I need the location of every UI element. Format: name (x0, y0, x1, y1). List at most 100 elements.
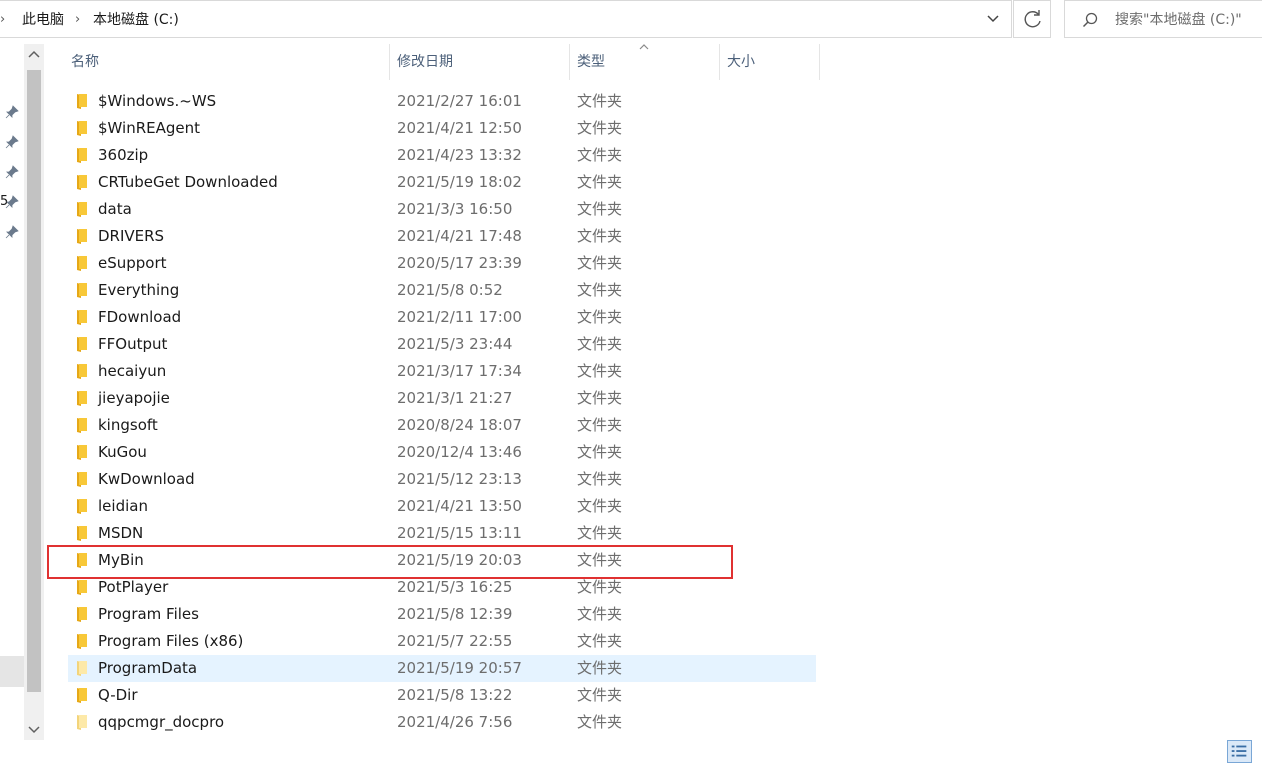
file-name[interactable]: Program Files (x86) (98, 628, 243, 655)
file-row[interactable]: KwDownload 2021/5/12 23:13 文件夹 (68, 466, 816, 493)
file-row[interactable]: PotPlayer 2021/5/3 16:25 文件夹 (68, 574, 816, 601)
file-row[interactable]: $Windows.~WS 2021/2/27 16:01 文件夹 (68, 88, 816, 115)
file-modified-date: 2021/2/11 17:00 (397, 308, 522, 326)
file-type: 文件夹 (577, 119, 623, 137)
folder-icon (77, 310, 87, 325)
file-name[interactable]: eSupport (98, 250, 167, 277)
file-name[interactable]: FDownload (98, 304, 181, 331)
pin-icon[interactable] (5, 165, 19, 179)
file-name[interactable]: kingsoft (98, 412, 158, 439)
folder-icon (77, 580, 87, 595)
folder-icon (77, 688, 87, 703)
file-modified-date: 2021/4/26 7:56 (397, 713, 513, 731)
breadcrumb-local-disk[interactable]: 本地磁盘 (C:) (93, 11, 179, 29)
file-name[interactable]: KuGou (98, 439, 147, 466)
breadcrumb-this-pc[interactable]: 此电脑 (22, 11, 64, 29)
file-name[interactable]: qqpcmgr_docpro (98, 709, 224, 736)
column-header-date[interactable]: 修改日期 (397, 44, 453, 80)
pin-icon[interactable] (5, 105, 19, 119)
file-name[interactable]: data (98, 196, 132, 223)
column-divider[interactable] (389, 44, 390, 80)
file-modified-date: 2021/5/19 20:03 (397, 551, 522, 569)
column-divider[interactable] (569, 44, 570, 80)
file-row[interactable]: FFOutput 2021/5/3 23:44 文件夹 (68, 331, 816, 358)
file-row[interactable]: DRIVERS 2021/4/21 17:48 文件夹 (68, 223, 816, 250)
file-type: 文件夹 (577, 335, 623, 353)
file-row[interactable]: CRTubeGet Downloaded 2021/5/19 18:02 文件夹 (68, 169, 816, 196)
file-modified-date: 2020/8/24 18:07 (397, 416, 522, 434)
search-input[interactable]: 搜索"本地磁盘 (C:)" (1064, 0, 1262, 38)
file-type: 文件夹 (577, 551, 623, 569)
file-type: 文件夹 (577, 713, 623, 731)
pin-icon[interactable] (5, 135, 19, 149)
file-row[interactable]: leidian 2021/4/21 13:50 文件夹 (68, 493, 816, 520)
file-name[interactable]: 360zip (98, 142, 148, 169)
file-name[interactable]: $WinREAgent (98, 115, 200, 142)
file-row[interactable]: Everything 2021/5/8 0:52 文件夹 (68, 277, 816, 304)
file-row[interactable]: 360zip 2021/4/23 13:32 文件夹 (68, 142, 816, 169)
file-name[interactable]: KwDownload (98, 466, 195, 493)
details-view-button[interactable] (1227, 740, 1252, 763)
refresh-button[interactable] (1013, 0, 1051, 38)
file-row[interactable]: ProgramData 2021/5/19 20:57 文件夹 (68, 655, 816, 682)
file-row[interactable]: hecaiyun 2021/3/17 17:34 文件夹 (68, 358, 816, 385)
file-type: 文件夹 (577, 362, 623, 380)
file-row[interactable]: MSDN 2021/5/15 13:11 文件夹 (68, 520, 816, 547)
file-name[interactable]: leidian (98, 493, 148, 520)
folder-icon (77, 175, 87, 190)
folder-icon (77, 229, 87, 244)
navigation-pane[interactable]: 5 (0, 40, 24, 763)
folder-icon (77, 94, 87, 109)
file-type: 文件夹 (577, 227, 623, 245)
column-divider[interactable] (819, 44, 820, 80)
file-row[interactable]: qqpcmgr_docpro 2021/4/26 7:56 文件夹 (68, 709, 816, 736)
file-modified-date: 2021/5/3 16:25 (397, 578, 513, 596)
file-name[interactable]: Program Files (98, 601, 199, 628)
file-row[interactable]: jieyapojie 2021/3/1 21:27 文件夹 (68, 385, 816, 412)
address-bar[interactable]: › 此电脑 › 本地磁盘 (C:) (0, 0, 1012, 38)
nav-selected-item[interactable] (0, 656, 24, 687)
file-name[interactable]: MSDN (98, 520, 143, 547)
file-row[interactable]: Q-Dir 2021/5/8 13:22 文件夹 (68, 682, 816, 709)
file-row[interactable]: KuGou 2020/12/4 13:46 文件夹 (68, 439, 816, 466)
file-name[interactable]: PotPlayer (98, 574, 168, 601)
pin-icon[interactable] (5, 195, 19, 209)
file-name[interactable]: FFOutput (98, 331, 167, 358)
file-name[interactable]: Everything (98, 277, 179, 304)
file-name[interactable]: Q-Dir (98, 682, 138, 709)
column-header-size[interactable]: 大小 (727, 44, 755, 80)
folder-icon (77, 634, 87, 649)
scroll-down-icon[interactable] (24, 718, 44, 740)
file-row[interactable]: eSupport 2020/5/17 23:39 文件夹 (68, 250, 816, 277)
file-type: 文件夹 (577, 146, 623, 164)
scroll-up-icon[interactable] (24, 44, 44, 66)
file-name[interactable]: jieyapojie (98, 385, 170, 412)
file-name[interactable]: CRTubeGet Downloaded (98, 169, 278, 196)
file-row[interactable]: data 2021/3/3 16:50 文件夹 (68, 196, 816, 223)
folder-icon (77, 256, 87, 271)
refresh-icon (1024, 10, 1041, 28)
file-row[interactable]: $WinREAgent 2021/4/21 12:50 文件夹 (68, 115, 816, 142)
pin-icon[interactable] (5, 225, 19, 239)
file-row[interactable]: Program Files (x86) 2021/5/7 22:55 文件夹 (68, 628, 816, 655)
file-name[interactable]: DRIVERS (98, 223, 164, 250)
file-name[interactable]: MyBin (98, 547, 144, 574)
file-row[interactable]: kingsoft 2020/8/24 18:07 文件夹 (68, 412, 816, 439)
column-header-name[interactable]: 名称 (71, 44, 99, 80)
file-modified-date: 2021/5/15 13:11 (397, 524, 522, 542)
chevron-down-icon[interactable] (985, 10, 1001, 28)
vertical-scrollbar[interactable] (24, 44, 44, 740)
breadcrumb-chevron-icon[interactable]: › (0, 11, 10, 29)
folder-icon (77, 418, 87, 433)
file-type: 文件夹 (577, 632, 623, 650)
column-divider[interactable] (719, 44, 720, 80)
file-row[interactable]: FDownload 2021/2/11 17:00 文件夹 (68, 304, 816, 331)
file-name[interactable]: hecaiyun (98, 358, 166, 385)
scroll-thumb[interactable] (27, 70, 41, 692)
file-row[interactable]: Program Files 2021/5/8 12:39 文件夹 (68, 601, 816, 628)
column-header-type[interactable]: 类型 (577, 44, 605, 80)
file-name[interactable]: ProgramData (98, 655, 197, 682)
breadcrumb-separator-icon[interactable]: › (75, 11, 80, 29)
file-row[interactable]: MyBin 2021/5/19 20:03 文件夹 (68, 547, 816, 574)
file-name[interactable]: $Windows.~WS (98, 88, 216, 115)
